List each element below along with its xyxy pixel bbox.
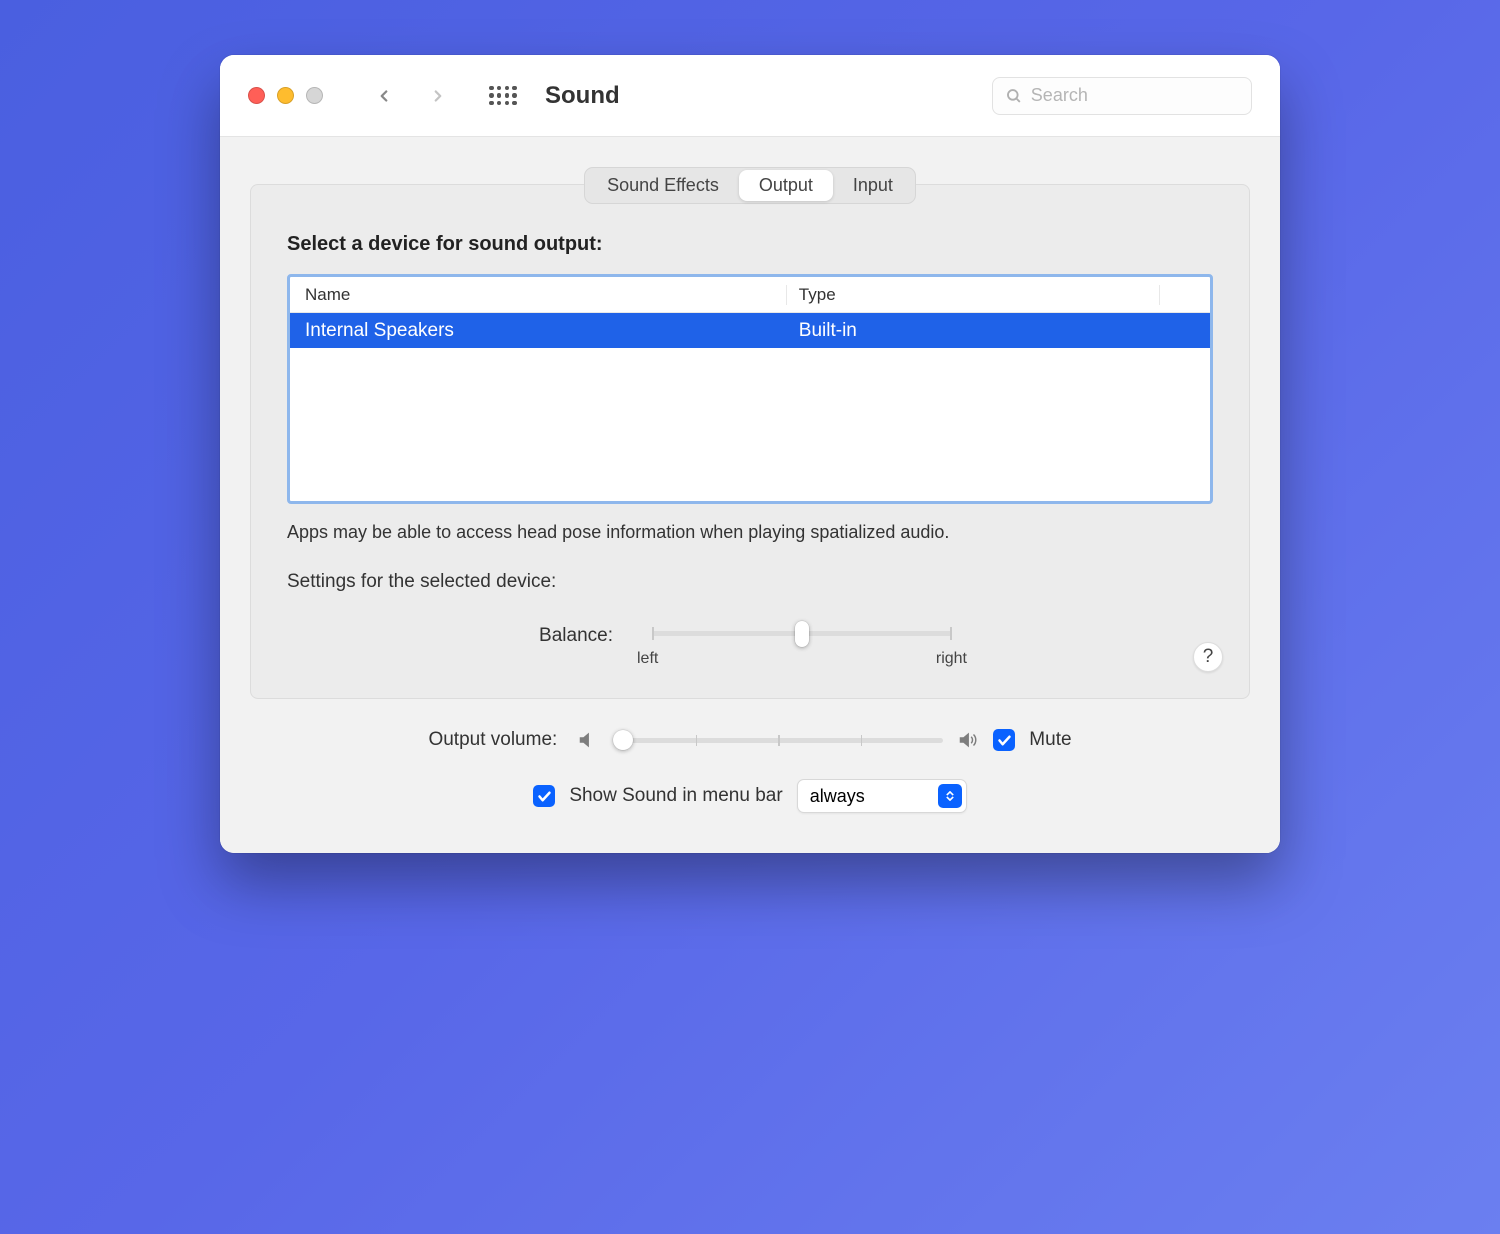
spatial-audio-note: Apps may be able to access head pose inf… xyxy=(287,522,1213,543)
search-icon xyxy=(1005,86,1023,106)
balance-slider[interactable] xyxy=(652,631,952,636)
titlebar: Sound xyxy=(220,55,1280,137)
check-icon xyxy=(537,789,552,804)
settings-heading: Settings for the selected device: xyxy=(287,571,1213,593)
forward-icon[interactable] xyxy=(429,87,447,105)
speaker-high-icon xyxy=(957,729,979,751)
tab-sound-effects[interactable]: Sound Effects xyxy=(587,170,739,201)
balance-row: Balance: left right xyxy=(287,623,1213,668)
dropdown-caret-icon xyxy=(938,784,962,808)
table-header: Name Type xyxy=(290,277,1210,313)
volume-label: Output volume: xyxy=(428,729,557,751)
balance-slider-labels: left right xyxy=(637,650,967,668)
volume-knob[interactable] xyxy=(613,730,633,750)
volume-slider[interactable] xyxy=(613,738,943,743)
mute-checkbox[interactable] xyxy=(993,729,1015,751)
zoom-window-button[interactable] xyxy=(306,87,323,104)
body-area: Sound Effects Output Input Select a devi… xyxy=(220,137,1280,853)
tabs: Sound Effects Output Input xyxy=(584,167,916,204)
device-table[interactable]: Name Type Internal Speakers Built-in xyxy=(287,274,1213,504)
traffic-lights xyxy=(248,87,323,104)
tab-input[interactable]: Input xyxy=(833,170,913,201)
footer: Output volume: Mute Show Sound xyxy=(220,699,1280,813)
show-all-icon[interactable] xyxy=(489,86,517,106)
balance-left-label: left xyxy=(637,650,658,668)
dropdown-value: always xyxy=(810,786,865,807)
menubar-frequency-dropdown[interactable]: always xyxy=(797,779,967,813)
help-button[interactable]: ? xyxy=(1193,642,1223,672)
tab-bar: Sound Effects Output Input xyxy=(220,137,1280,204)
close-window-button[interactable] xyxy=(248,87,265,104)
volume-row: Output volume: Mute xyxy=(250,729,1250,751)
window-title: Sound xyxy=(545,82,620,110)
show-in-menubar-label: Show Sound in menu bar xyxy=(569,785,782,807)
sound-preferences-window: Sound Sound Effects Output Input Select … xyxy=(220,55,1280,853)
search-input[interactable] xyxy=(1031,85,1239,106)
check-icon xyxy=(997,733,1012,748)
balance-knob[interactable] xyxy=(795,621,809,647)
nav-arrows xyxy=(375,87,447,105)
balance-right-label: right xyxy=(936,650,967,668)
back-icon[interactable] xyxy=(375,87,393,105)
minimize-window-button[interactable] xyxy=(277,87,294,104)
panel-heading: Select a device for sound output: xyxy=(287,233,1213,256)
column-name[interactable]: Name xyxy=(290,285,787,305)
speaker-low-icon xyxy=(577,729,599,751)
balance-slider-wrap: left right xyxy=(637,623,967,668)
show-in-menubar-checkbox[interactable] xyxy=(533,785,555,807)
mute-label: Mute xyxy=(1029,729,1071,751)
device-row[interactable]: Internal Speakers Built-in xyxy=(290,313,1210,348)
column-type[interactable]: Type xyxy=(787,285,1160,305)
device-name: Internal Speakers xyxy=(290,320,787,342)
tab-output[interactable]: Output xyxy=(739,170,833,201)
device-type: Built-in xyxy=(787,320,1210,342)
output-panel: Select a device for sound output: Name T… xyxy=(250,184,1250,699)
balance-label: Balance: xyxy=(287,623,637,647)
search-box[interactable] xyxy=(992,77,1252,115)
menubar-row: Show Sound in menu bar always xyxy=(250,779,1250,813)
